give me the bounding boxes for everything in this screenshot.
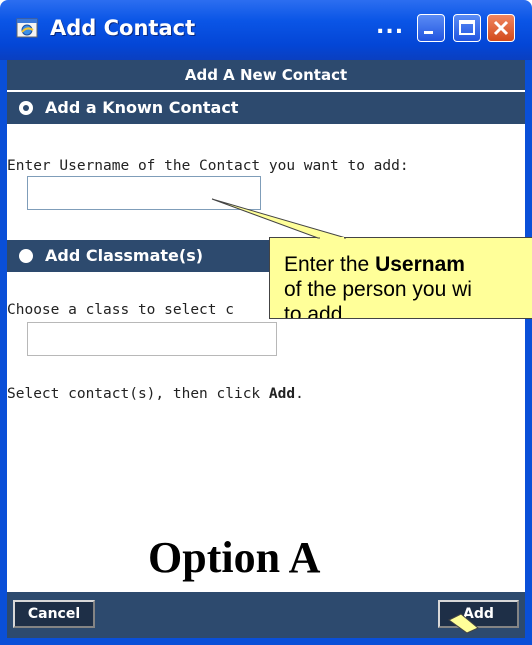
callout-username-word: Usernam — [375, 253, 465, 276]
close-button[interactable] — [487, 14, 515, 42]
callout-line-1-prefix: Enter the — [284, 253, 376, 276]
button-bar: Cancel Add — [7, 592, 525, 638]
radio-selected-dot — [23, 105, 29, 111]
class-select[interactable] — [27, 322, 277, 356]
instruction-prefix: Select contact(s), then click — [7, 386, 269, 402]
add-button[interactable]: Add — [438, 600, 519, 628]
title-bar[interactable]: Add Contact ... — [0, 0, 532, 60]
username-input[interactable] — [27, 176, 261, 210]
known-contact-label: Add a Known Contact — [45, 98, 239, 117]
close-icon — [493, 20, 509, 36]
window-frame-right — [525, 60, 532, 645]
known-contact-option[interactable]: Add a Known Contact — [7, 92, 525, 124]
window-frame-bottom — [0, 638, 532, 645]
maximize-icon — [459, 20, 475, 35]
cancel-button[interactable]: Cancel — [13, 600, 95, 628]
classmates-radio[interactable] — [19, 249, 33, 263]
callout-line-1: Enter the Usernam — [284, 252, 532, 277]
option-label: Option A — [148, 533, 321, 582]
minimize-icon — [424, 31, 433, 34]
instruction-suffix: . — [295, 386, 304, 402]
callout-line-2: of the person you wi — [284, 278, 472, 301]
maximize-button[interactable] — [453, 14, 481, 42]
class-prompt: Choose a class to select c — [7, 302, 234, 318]
title-ellipsis: ... — [376, 14, 405, 39]
username-prompt: Enter Username of the Contact you want t… — [7, 158, 409, 174]
classmates-label: Add Classmate(s) — [45, 246, 204, 265]
minimize-button[interactable] — [417, 14, 445, 42]
window-frame-left — [0, 60, 7, 645]
dialog-header: Add A New Contact — [7, 60, 525, 90]
window-title: Add Contact — [50, 16, 196, 40]
username-callout: Enter the Usernam of the person you wi t… — [269, 237, 532, 319]
callout-line-3: to add. — [284, 303, 349, 319]
known-contact-radio[interactable] — [19, 101, 33, 115]
app-icon — [16, 18, 38, 38]
instruction-text: Select contact(s), then click Add. — [7, 386, 304, 402]
instruction-add-word: Add — [268, 386, 296, 402]
